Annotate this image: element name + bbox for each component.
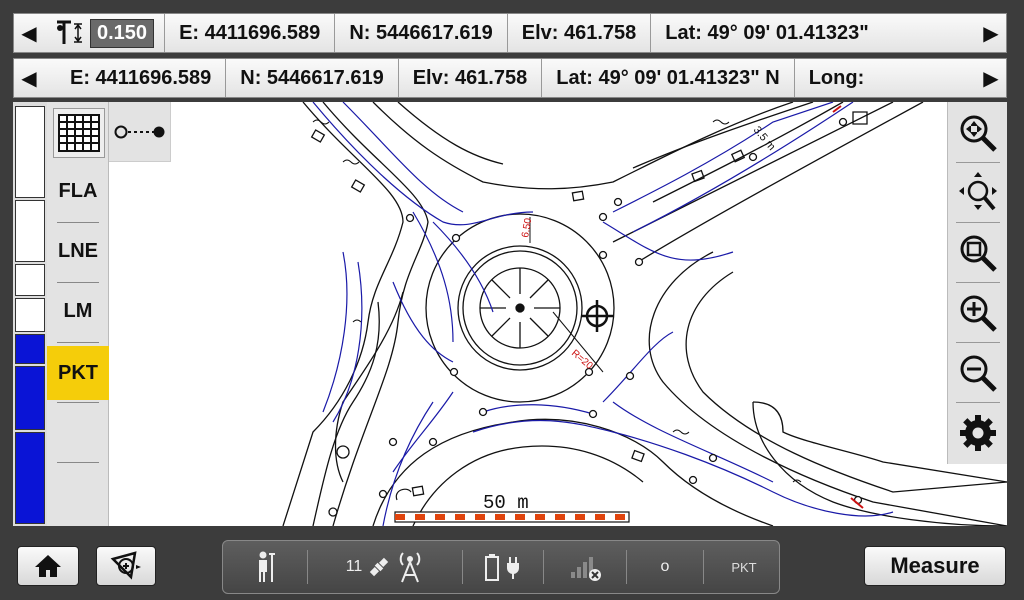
feature-code-panel: FLA LNE LM PKT [47,102,109,526]
easting-readout: E: 4411696.589 [165,14,336,52]
home-button[interactable] [17,546,79,586]
antenna-height-icon [57,20,82,44]
tool-divider [956,162,1000,163]
antenna-height-value: 0.150 [90,18,155,48]
layer-swatch[interactable] [15,106,45,198]
settings-icon [960,415,996,451]
battery-icon [485,554,499,581]
code-grid-button[interactable] [53,108,105,158]
measure-button[interactable]: Measure [864,546,1006,586]
scale-bar-label: 50 m [483,492,529,514]
plug-icon [507,557,519,579]
tool-divider [956,402,1000,403]
coordinate-bar-primary: ◀ 0.150 E: 4411696.589 N: 5446617.619 El… [13,13,1007,53]
map-tool-panel [947,102,1007,464]
elevation-readout-2: Elv: 461.758 [399,59,543,97]
scroll-left-button-2[interactable]: ◀ [14,59,44,97]
code-divider [57,402,99,403]
longitude-readout-2: Long: [808,66,865,89]
zoom-in-button[interactable] [948,284,1007,342]
layer-swatch[interactable] [15,334,45,364]
zoom-extents-button[interactable] [948,104,1007,162]
code-divider [57,462,99,463]
zoom-window-button[interactable] [948,224,1007,282]
grid-icon [58,114,100,152]
easting-readout-2: E: 4411696.589 [44,59,227,97]
power-status[interactable] [463,550,544,584]
crosshair-icon[interactable] [581,300,613,332]
layer-swatch[interactable] [15,298,45,332]
coordinate-bar-secondary: ◀ E: 4411696.589 N: 5446617.619 Elv: 461… [13,58,1007,98]
satellite-count: 11 [345,558,363,575]
zoom-out-button[interactable] [948,344,1007,402]
side-dimension-label: 3.5 m [751,124,778,153]
tool-divider [956,342,1000,343]
signal-status[interactable] [544,550,627,584]
radio-tower-icon [400,552,421,583]
instrument-icon [110,551,141,580]
home-icon [35,555,61,577]
map-canvas[interactable]: 6.50 R=20 3.5 m 50 m [13,102,1007,526]
point-line-icon [114,125,164,138]
line-tool-button[interactable] [109,102,171,162]
bottom-toolbar: 11 o PKT Measure [0,530,1024,600]
zoom-window-icon [960,235,997,272]
pan-button[interactable] [948,164,1007,222]
scroll-left-button[interactable]: ◀ [14,14,44,52]
status-panel: 11 o PKT [222,540,780,594]
point-mode-status[interactable]: o [627,550,704,584]
code-button-empty[interactable] [47,404,109,458]
layer-swatch[interactable] [15,366,45,430]
rover-status[interactable] [223,550,308,584]
tool-divider [956,222,1000,223]
zoom-out-icon [960,355,997,392]
no-signal-icon [571,557,601,581]
code-divider [57,282,99,283]
code-button-fla[interactable]: FLA [47,164,109,218]
scroll-right-button-2[interactable]: ▶ [976,59,1006,97]
layer-swatch[interactable] [15,200,45,262]
map-workspace: 6.50 R=20 3.5 m 50 m FLA LNE LM PKT [13,102,1007,526]
antenna-height-field[interactable]: 0.150 [44,14,166,52]
code-divider [57,222,99,223]
satellite-status[interactable]: 11 [308,550,463,584]
layer-swatch[interactable] [15,432,45,524]
current-code-status[interactable]: PKT [704,550,784,584]
dimension-label: 6.50 [520,217,534,239]
code-button-lne[interactable]: LNE [47,224,109,278]
layer-color-strip [13,102,47,526]
scale-bar: 50 m [394,488,630,523]
zoom-in-icon [960,295,997,332]
code-divider [57,342,99,343]
latitude-readout-2: Lat: 49° 09' 01.41323" N [542,59,795,97]
code-button-lm[interactable]: LM [47,284,109,338]
latitude-readout: Lat: 49° 09' 01.41323" [665,21,869,44]
settings-button[interactable] [948,404,1007,462]
satellite-icon [370,557,389,577]
instrument-button[interactable] [96,546,156,586]
surveyor-icon [259,551,275,582]
pan-icon [959,172,997,211]
code-button-pkt[interactable]: PKT [47,346,109,400]
layer-swatch[interactable] [15,264,45,296]
tool-divider [956,282,1000,283]
scroll-right-button[interactable]: ▶ [976,14,1006,52]
northing-readout: N: 5446617.619 [335,14,508,52]
elevation-readout: Elv: 461.758 [508,14,652,52]
zoom-extents-icon [960,115,997,152]
northing-readout-2: N: 5446617.619 [226,59,399,97]
